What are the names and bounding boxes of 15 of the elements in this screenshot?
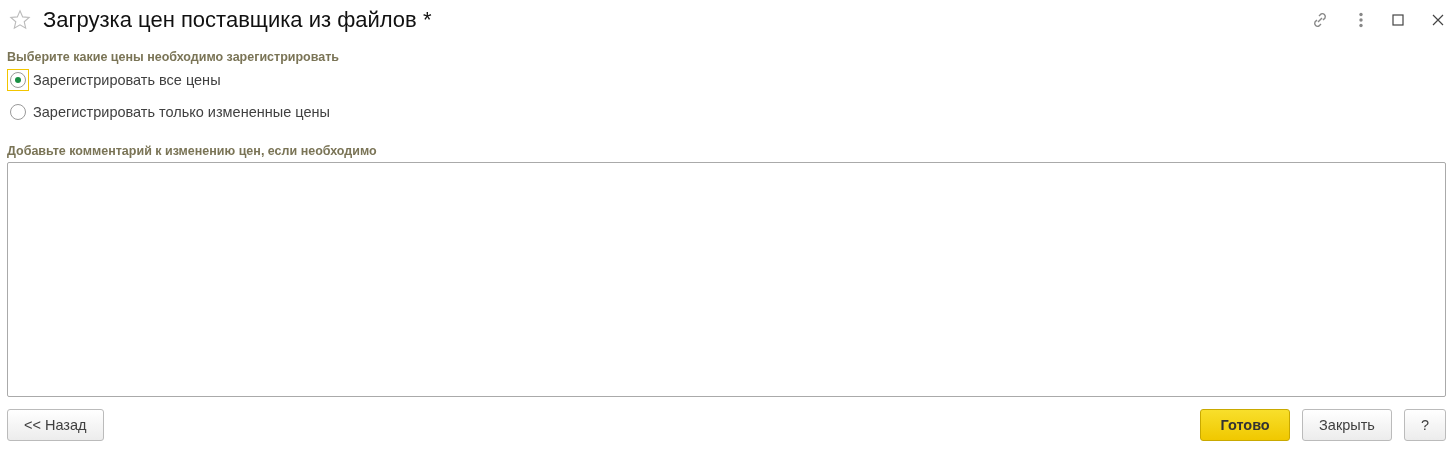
more-icon[interactable] [1358,12,1364,28]
radio-label[interactable]: Зарегистрировать все цены [33,72,221,88]
comment-label: Добавьте комментарий к изменению цен, если необходимо [7,144,378,158]
comment-field[interactable] [7,162,1446,397]
star-icon[interactable] [9,9,31,31]
help-button[interactable]: ? [1403,409,1446,441]
group-label: Выберите какие цены необходимо зарегистрировать [7,50,341,64]
close-icon[interactable] [1432,14,1444,26]
done-button[interactable]: Готово [1200,409,1291,441]
window-title: Загрузка цен поставщика из файлов * [43,7,432,33]
back-button[interactable]: << Назад [7,409,104,441]
maximize-icon[interactable] [1392,14,1404,26]
radio-button[interactable] [7,69,29,91]
close-button[interactable]: Закрыть [1302,409,1392,441]
radio-label[interactable]: Зарегистрировать только измененные цены [33,104,330,120]
